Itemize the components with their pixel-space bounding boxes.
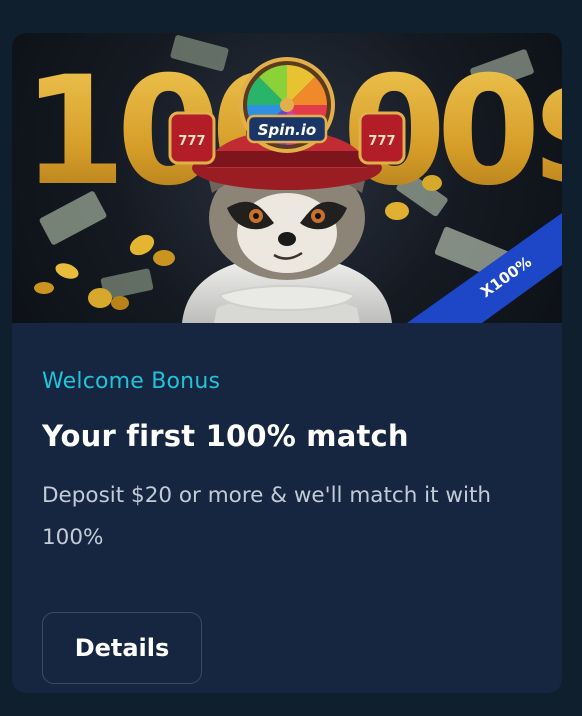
brand-logo: Spin.io <box>258 121 317 139</box>
promo-banner-art: 100 00$ <box>22 35 562 323</box>
promo-category-label: Welcome Bonus <box>42 369 221 394</box>
promo-description: Deposit $20 or more & we'll match it wit… <box>42 483 492 550</box>
slot-reel-right: 777 <box>368 134 395 149</box>
multiplier-ribbon: X100% <box>407 213 562 323</box>
promo-card-body: Welcome Bonus Your first 100% match Depo… <box>12 323 562 693</box>
details-button[interactable]: Details <box>42 612 202 684</box>
promo-title: Your first 100% match <box>42 419 409 453</box>
promo-card: 100 00$ <box>12 33 562 693</box>
slot-reel-left: 777 <box>178 134 205 149</box>
promo-banner: 100 00$ <box>12 33 562 323</box>
